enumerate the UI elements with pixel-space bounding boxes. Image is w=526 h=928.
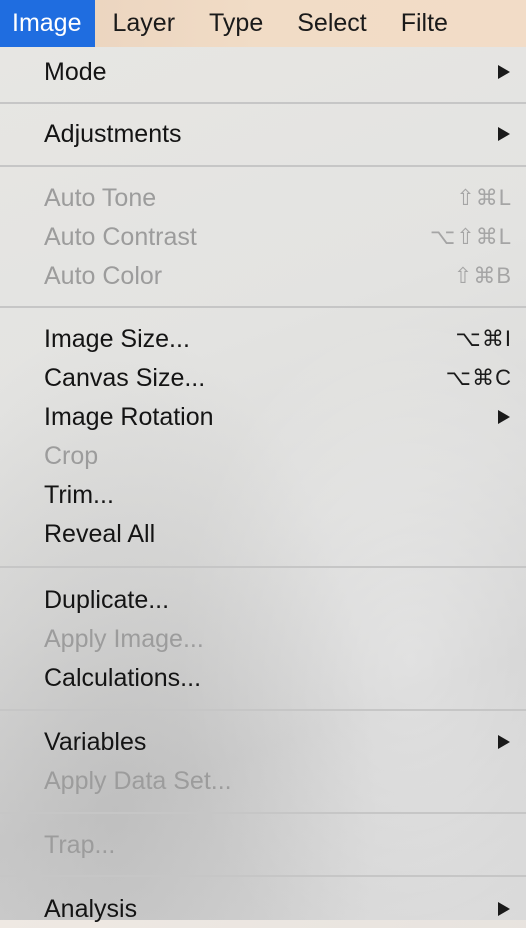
menu-separator [0, 812, 526, 814]
menu-item-label: Auto Color [44, 261, 163, 290]
menu-item-shortcut: ⌥⇧⌘L [429, 224, 512, 249]
menu-item-label: Mode [44, 57, 107, 86]
menu-item-label: Image Size... [44, 324, 190, 353]
menu-item-label: Image Rotation [44, 402, 214, 431]
menu-image[interactable]: Image [0, 0, 96, 47]
menu-item-trap[interactable]: Trap... [0, 826, 526, 864]
image-dropdown-menu: Mode Adjustments Auto Tone ⇧⌘L Auto Cont… [0, 47, 526, 923]
menu-item-label: Crop [44, 441, 99, 470]
chevron-right-icon [498, 65, 510, 79]
menu-item-canvas-size[interactable]: Canvas Size... ⌥⌘C [0, 359, 526, 397]
menu-item-label: Adjustments [44, 119, 182, 148]
menu-item-image-rotation[interactable]: Image Rotation [0, 398, 526, 436]
chevron-right-icon [498, 735, 510, 749]
menu-item-label: Calculations... [44, 663, 202, 692]
menu-item-auto-contrast[interactable]: Auto Contrast ⌥⇧⌘L [0, 218, 526, 256]
menu-item-adjustments[interactable]: Adjustments [0, 115, 526, 153]
menu-item-apply-image[interactable]: Apply Image... [0, 620, 526, 658]
menu-item-shortcut: ⌥⌘I [455, 326, 512, 351]
menu-item-label: Trap... [44, 830, 116, 859]
menu-item-variables[interactable]: Variables [0, 723, 526, 761]
menu-item-label: Analysis [44, 894, 138, 923]
menu-item-label: Reveal All [44, 519, 156, 548]
menu-layer[interactable]: Layer [95, 0, 192, 47]
menu-item-auto-tone[interactable]: Auto Tone ⇧⌘L [0, 179, 526, 217]
menu-item-analysis[interactable]: Analysis [0, 890, 526, 928]
menu-item-label: Apply Data Set... [44, 766, 232, 795]
chevron-right-icon [498, 902, 510, 916]
menu-item-label: Auto Contrast [44, 222, 197, 251]
chevron-right-icon [498, 127, 510, 141]
menu-filter[interactable]: Filte [384, 0, 465, 47]
menu-separator [0, 709, 526, 711]
menu-item-reveal-all[interactable]: Reveal All [0, 515, 526, 553]
menu-item-calculations[interactable]: Calculations... [0, 659, 526, 697]
menu-separator [0, 102, 526, 104]
menu-item-label: Apply Image... [44, 624, 204, 653]
menu-item-label: Auto Tone [44, 183, 157, 212]
menu-separator [0, 165, 526, 167]
menu-item-mode[interactable]: Mode [0, 53, 526, 91]
menu-item-shortcut: ⇧⌘B [453, 263, 512, 288]
menu-separator [0, 306, 526, 308]
menu-item-shortcut: ⌥⌘C [445, 365, 512, 390]
menu-separator [0, 875, 526, 877]
chevron-right-icon [498, 410, 510, 424]
menu-item-label: Trim... [44, 480, 114, 509]
menu-select[interactable]: Select [280, 0, 383, 47]
menu-item-trim[interactable]: Trim... [0, 476, 526, 514]
menu-item-label: Variables [44, 727, 147, 756]
menu-item-duplicate[interactable]: Duplicate... [0, 581, 526, 619]
menu-item-apply-data-set[interactable]: Apply Data Set... [0, 762, 526, 800]
menu-item-crop[interactable]: Crop [0, 437, 526, 475]
menu-item-auto-color[interactable]: Auto Color ⇧⌘B [0, 257, 526, 295]
menu-separator [0, 566, 526, 568]
menu-bar: Image Layer Type Select Filte [0, 0, 526, 47]
menu-item-shortcut: ⇧⌘L [456, 185, 512, 210]
menu-item-label: Duplicate... [44, 585, 170, 614]
menu-item-label: Canvas Size... [44, 363, 206, 392]
menu-type[interactable]: Type [192, 0, 280, 47]
menu-item-image-size[interactable]: Image Size... ⌥⌘I [0, 320, 526, 358]
